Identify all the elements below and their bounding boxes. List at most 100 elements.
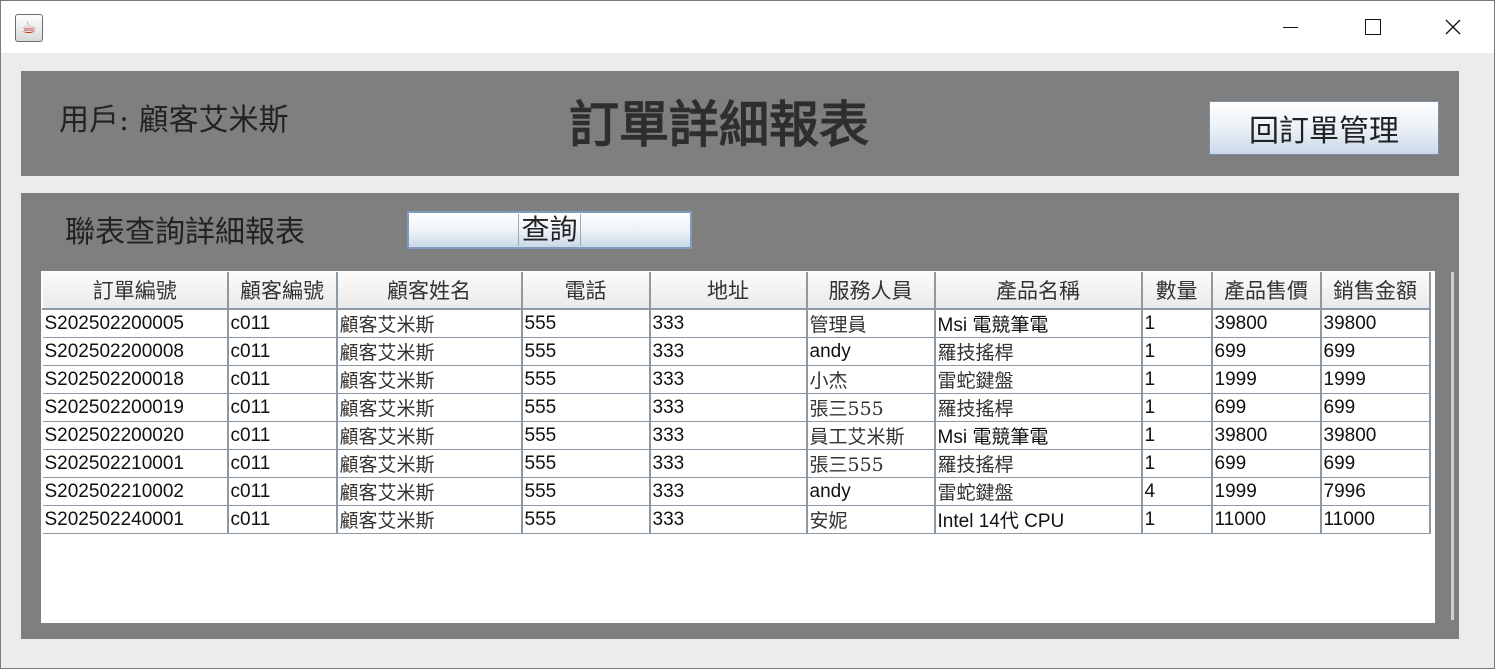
table-cell[interactable]: S202502200020: [42, 421, 229, 450]
table-cell[interactable]: c011: [227, 505, 338, 534]
maximize-button[interactable]: [1338, 1, 1408, 53]
column-header[interactable]: 訂單編號: [42, 272, 229, 310]
table-cell[interactable]: S202502200019: [42, 393, 229, 422]
table-cell[interactable]: c011: [227, 337, 338, 366]
table-cell[interactable]: 1: [1141, 421, 1213, 450]
table-cell[interactable]: 699: [1320, 337, 1431, 366]
column-header[interactable]: 顧客編號: [227, 272, 338, 310]
table-cell[interactable]: 333: [649, 337, 808, 366]
table-cell[interactable]: 小杰: [806, 365, 936, 394]
table-cell[interactable]: 333: [649, 365, 808, 394]
java-coffee-icon[interactable]: ☕: [15, 14, 43, 42]
table-cell[interactable]: 顧客艾米斯: [336, 421, 523, 450]
back-to-order-management-button[interactable]: 回訂單管理: [1209, 101, 1439, 155]
table-cell[interactable]: 333: [649, 421, 808, 450]
table-row[interactable]: S202502200008 c011 顧客艾米斯 555 333 andy 羅技搖桿 1 699…: [42, 337, 1431, 366]
query-button[interactable]: 查詢: [407, 211, 692, 249]
table-cell[interactable]: 雷蛇鍵盤: [934, 477, 1143, 506]
table-cell[interactable]: 1: [1141, 393, 1213, 422]
table-cell[interactable]: c011: [227, 309, 338, 338]
table-cell[interactable]: 555: [521, 477, 651, 506]
table-cell[interactable]: 333: [649, 477, 808, 506]
table-cell[interactable]: Msi 電競筆電: [934, 421, 1143, 450]
table-cell[interactable]: 管理員: [806, 309, 936, 338]
table-cell[interactable]: 1: [1141, 365, 1213, 394]
table-cell[interactable]: 11000: [1320, 505, 1431, 534]
column-header[interactable]: 顧客姓名: [336, 272, 523, 310]
table-cell[interactable]: 555: [521, 365, 651, 394]
table-cell[interactable]: 1: [1141, 309, 1213, 338]
table-cell[interactable]: 員工艾米斯: [806, 421, 936, 450]
table-cell[interactable]: c011: [227, 477, 338, 506]
table-cell[interactable]: andy: [806, 337, 936, 366]
table-cell[interactable]: andy: [806, 477, 936, 506]
table-cell[interactable]: 1: [1141, 505, 1213, 534]
table-cell[interactable]: 555: [521, 337, 651, 366]
table-cell[interactable]: 333: [649, 505, 808, 534]
table-row[interactable]: S202502200019 c011 顧客艾米斯 555 333 張三555 羅技搖桿 1 69…: [42, 393, 1431, 422]
table-cell[interactable]: 333: [649, 393, 808, 422]
table-cell[interactable]: c011: [227, 421, 338, 450]
table-row[interactable]: S202502200018 c011 顧客艾米斯 555 333 小杰 雷蛇鍵盤 1 1999 1…: [42, 365, 1431, 394]
table-cell[interactable]: Msi 電競筆電: [934, 309, 1143, 338]
table-cell[interactable]: 699: [1211, 337, 1322, 366]
table-cell[interactable]: 39800: [1320, 421, 1431, 450]
column-header[interactable]: 銷售金額: [1320, 272, 1431, 310]
table-cell[interactable]: 1: [1141, 449, 1213, 478]
table-cell[interactable]: 顧客艾米斯: [336, 477, 523, 506]
table-cell[interactable]: 699: [1211, 449, 1322, 478]
table-cell[interactable]: 羅技搖桿: [934, 449, 1143, 478]
scrollbar-edge[interactable]: [1451, 272, 1454, 620]
close-button[interactable]: [1418, 1, 1488, 53]
column-header[interactable]: 地址: [649, 272, 808, 310]
table-row[interactable]: S202502210001 c011 顧客艾米斯 555 333 張三555 羅技搖桿 1 69…: [42, 449, 1431, 478]
table-cell[interactable]: c011: [227, 449, 338, 478]
table-cell[interactable]: 555: [521, 421, 651, 450]
table-cell[interactable]: 555: [521, 449, 651, 478]
table-cell[interactable]: Intel 14代 CPU: [934, 505, 1143, 534]
table-cell[interactable]: 雷蛇鍵盤: [934, 365, 1143, 394]
table-row[interactable]: S202502200020 c011 顧客艾米斯 555 333 員工艾米斯 Msi 電競筆…: [42, 421, 1431, 450]
report-table[interactable]: 訂單編號 顧客編號 顧客姓名 電話 地址 服務人員 產品名稱 數量 產品售價 銷售金額 S2025…: [42, 272, 1431, 534]
table-cell[interactable]: S202502240001: [42, 505, 229, 534]
table-cell[interactable]: S202502200018: [42, 365, 229, 394]
table-cell[interactable]: S202502210001: [42, 449, 229, 478]
report-table-scrollpane[interactable]: 訂單編號 顧客編號 顧客姓名 電話 地址 服務人員 產品名稱 數量 產品售價 銷售金額 S2025…: [41, 271, 1454, 623]
table-cell[interactable]: 1999: [1211, 365, 1322, 394]
table-cell[interactable]: 顧客艾米斯: [336, 365, 523, 394]
table-cell[interactable]: 11000: [1211, 505, 1322, 534]
table-cell[interactable]: 555: [521, 309, 651, 338]
table-row[interactable]: S202502240001 c011 顧客艾米斯 555 333 安妮 Intel 14代 …: [42, 505, 1431, 534]
table-cell[interactable]: 699: [1211, 393, 1322, 422]
column-header[interactable]: 產品名稱: [934, 272, 1143, 310]
table-cell[interactable]: 333: [649, 309, 808, 338]
table-cell[interactable]: 顧客艾米斯: [336, 505, 523, 534]
table-cell[interactable]: 安妮: [806, 505, 936, 534]
table-cell[interactable]: 顧客艾米斯: [336, 393, 523, 422]
table-cell[interactable]: c011: [227, 365, 338, 394]
title-bar[interactable]: ☕: [1, 1, 1494, 53]
column-header[interactable]: 服務人員: [806, 272, 936, 310]
table-cell[interactable]: 1999: [1211, 477, 1322, 506]
table-cell[interactable]: 4: [1141, 477, 1213, 506]
table-cell[interactable]: 39800: [1211, 309, 1322, 338]
table-cell[interactable]: 張三555: [806, 449, 936, 478]
table-cell[interactable]: 333: [649, 449, 808, 478]
table-cell[interactable]: 699: [1320, 393, 1431, 422]
table-cell[interactable]: 7996: [1320, 477, 1431, 506]
table-cell[interactable]: 顧客艾米斯: [336, 337, 523, 366]
table-row[interactable]: S202502200005 c011 顧客艾米斯 555 333 管理員 Msi 電競筆電 1…: [42, 309, 1431, 338]
column-header[interactable]: 產品售價: [1211, 272, 1322, 310]
table-cell[interactable]: S202502200005: [42, 309, 229, 338]
table-cell[interactable]: S202502200008: [42, 337, 229, 366]
table-cell[interactable]: 699: [1320, 449, 1431, 478]
table-cell[interactable]: 39800: [1211, 421, 1322, 450]
table-cell[interactable]: 羅技搖桿: [934, 337, 1143, 366]
table-cell[interactable]: S202502210002: [42, 477, 229, 506]
table-row[interactable]: S202502210002 c011 顧客艾米斯 555 333 andy 雷蛇鍵盤 4 199…: [42, 477, 1431, 506]
table-cell[interactable]: 顧客艾米斯: [336, 449, 523, 478]
column-header[interactable]: 電話: [521, 272, 651, 310]
table-cell[interactable]: 顧客艾米斯: [336, 309, 523, 338]
table-cell[interactable]: 39800: [1320, 309, 1431, 338]
table-cell[interactable]: 555: [521, 505, 651, 534]
